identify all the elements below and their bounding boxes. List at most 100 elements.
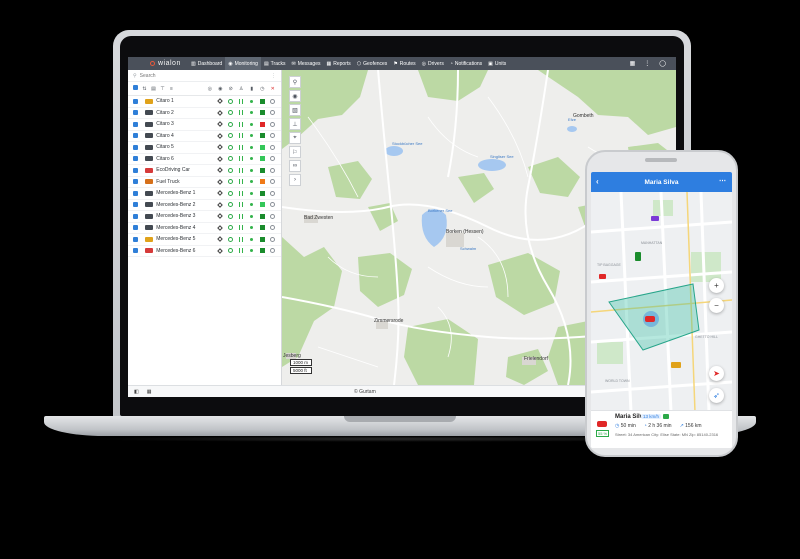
locate-icon[interactable]	[215, 247, 226, 254]
zoom-out-button[interactable]: −	[709, 298, 724, 313]
apps-grid-icon[interactable]: ▦	[630, 60, 636, 67]
unit-row[interactable]: Citaro 3	[128, 119, 281, 131]
layers-icon[interactable]: ≡	[167, 86, 176, 92]
sort-icon[interactable]: ⇅	[140, 86, 149, 92]
map-flags-icon[interactable]: ⚐	[289, 146, 301, 158]
nav-item-routes[interactable]: ⚑ Routes	[390, 57, 418, 70]
nav-item-dashboard[interactable]: ▥ Dashboard	[188, 57, 225, 70]
unit-checkbox[interactable]	[133, 156, 138, 162]
locate-icon[interactable]	[215, 109, 226, 116]
nav-item-notifications[interactable]: ◔ Notifications	[447, 57, 485, 70]
close-icon[interactable]: ✕	[268, 86, 279, 92]
col-movement-icon[interactable]: ⊘	[226, 86, 237, 92]
unit-checkbox[interactable]	[133, 110, 138, 116]
unit-row[interactable]: Citaro 4	[128, 131, 281, 142]
unit-checkbox[interactable]	[133, 190, 138, 196]
map-draw-icon[interactable]: ⌖	[289, 132, 301, 144]
locate-icon[interactable]	[215, 178, 226, 185]
col-location-icon[interactable]: ◎	[205, 86, 216, 92]
unit-checkbox[interactable]	[133, 179, 138, 185]
locate-icon[interactable]	[215, 121, 226, 128]
unit-menu-icon[interactable]	[268, 179, 279, 185]
unit-menu-icon[interactable]	[268, 133, 279, 139]
unit-row[interactable]: Mercedes-Benz 6	[128, 246, 281, 257]
group-icon[interactable]: ▤	[149, 86, 158, 92]
nav-item-reports[interactable]: ▦ Reports	[324, 57, 354, 70]
unit-row[interactable]: Fuel Truck	[128, 177, 281, 188]
nav-item-geofences[interactable]: ⬡ Geofences	[354, 57, 391, 70]
unit-checkbox[interactable]	[133, 133, 138, 139]
unit-menu-icon[interactable]	[268, 121, 279, 127]
unit-row[interactable]: Mercedes-Benz 5	[128, 234, 281, 246]
col-time-icon[interactable]: ◷	[257, 86, 268, 92]
map-layers-icon[interactable]: ▧	[289, 104, 301, 116]
unit-row[interactable]: Mercedes-Benz 2	[128, 200, 281, 211]
wialon-logo[interactable]: wialon	[128, 60, 188, 67]
more-vert-icon[interactable]: ⋮	[644, 60, 650, 67]
map-search-icon[interactable]: ⚲	[289, 76, 301, 88]
unit-checkbox[interactable]	[133, 225, 138, 231]
unit-menu-icon[interactable]	[268, 213, 279, 219]
col-sensor-icon[interactable]: ▮	[247, 86, 258, 92]
unit-row[interactable]: Mercedes-Benz 1	[128, 188, 281, 200]
select-all-checkbox[interactable]	[131, 85, 140, 92]
nav-item-monitoring[interactable]: ◉ Monitoring	[225, 57, 261, 70]
unit-row[interactable]: Citaro 2	[128, 108, 281, 119]
map-visibility-icon[interactable]: ◉	[289, 90, 301, 102]
map-expand-icon[interactable]: ›	[289, 174, 301, 186]
unit-menu-icon[interactable]	[268, 144, 279, 150]
search-input[interactable]	[139, 72, 260, 79]
unit-row[interactable]: Citaro 5	[128, 142, 281, 154]
unit-row[interactable]: EcoDriving Car	[128, 165, 281, 177]
unit-checkbox[interactable]	[133, 213, 138, 219]
zoom-in-button[interactable]: +	[709, 278, 724, 293]
col-driver-icon[interactable]: ♙	[236, 86, 247, 92]
phone-map[interactable]: TIP BAGGAGE WORLD TOWN MANHATTAN GHETTO HIL…	[591, 191, 732, 413]
unit-menu-icon[interactable]	[268, 167, 279, 173]
my-location-icon[interactable]: ➶	[709, 388, 724, 403]
nav-item-units[interactable]: ▣ Units	[485, 57, 509, 70]
unit-menu-icon[interactable]	[268, 202, 279, 208]
unit-checkbox[interactable]	[133, 236, 138, 242]
unit-checkbox[interactable]	[133, 121, 138, 127]
unit-row[interactable]: Citaro 1	[128, 96, 281, 108]
unit-row[interactable]: Mercedes-Benz 3	[128, 211, 281, 223]
locate-icon[interactable]	[215, 98, 226, 105]
unit-checkbox[interactable]	[133, 167, 138, 173]
col-connection-icon[interactable]: ◉	[215, 86, 226, 92]
unit-checkbox[interactable]	[133, 202, 138, 208]
compass-icon[interactable]: ➤	[709, 366, 724, 381]
grid-view-icon[interactable]: ▦	[147, 389, 152, 395]
unit-info-card[interactable]: 55 % Maria Silva 13 km/h ◷ 50 min ◔ 2 h …	[591, 410, 732, 448]
filter-icon[interactable]: ⊤	[158, 86, 167, 92]
nav-item-drivers[interactable]: ◎ Drivers	[419, 57, 447, 70]
panel-toggle-icon[interactable]: ◧	[134, 389, 139, 395]
nav-item-tracks[interactable]: ▤ Tracks	[261, 57, 289, 70]
back-arrow-icon[interactable]: ‹	[596, 177, 599, 186]
unit-checkbox[interactable]	[133, 248, 138, 254]
map-ruler-icon[interactable]: ⊥	[289, 118, 301, 130]
locate-icon[interactable]	[215, 213, 226, 220]
unit-row[interactable]: Citaro 6	[128, 154, 281, 165]
unit-menu-icon[interactable]	[268, 156, 279, 162]
unit-checkbox[interactable]	[133, 98, 138, 104]
locate-icon[interactable]	[215, 132, 226, 139]
unit-checkbox[interactable]	[133, 144, 138, 150]
locate-icon[interactable]	[215, 155, 226, 162]
unit-menu-icon[interactable]	[268, 236, 279, 242]
locate-icon[interactable]	[215, 167, 226, 174]
user-icon[interactable]: ◯	[659, 60, 666, 67]
nav-item-messages[interactable]: ✉ Messages	[289, 57, 324, 70]
unit-menu-icon[interactable]	[268, 248, 279, 254]
map-binoculars-icon[interactable]: ∞	[289, 160, 301, 172]
more-horiz-icon[interactable]: ⋯	[719, 177, 726, 185]
locate-icon[interactable]	[215, 236, 226, 243]
locate-icon[interactable]	[215, 201, 226, 208]
unit-menu-icon[interactable]	[268, 110, 279, 116]
unit-row[interactable]: Mercedes-Benz 4	[128, 223, 281, 234]
search-menu-icon[interactable]: ⋮	[271, 73, 276, 79]
locate-icon[interactable]	[215, 144, 226, 151]
locate-icon[interactable]	[215, 190, 226, 197]
unit-menu-icon[interactable]	[268, 225, 279, 231]
locate-icon[interactable]	[215, 224, 226, 231]
